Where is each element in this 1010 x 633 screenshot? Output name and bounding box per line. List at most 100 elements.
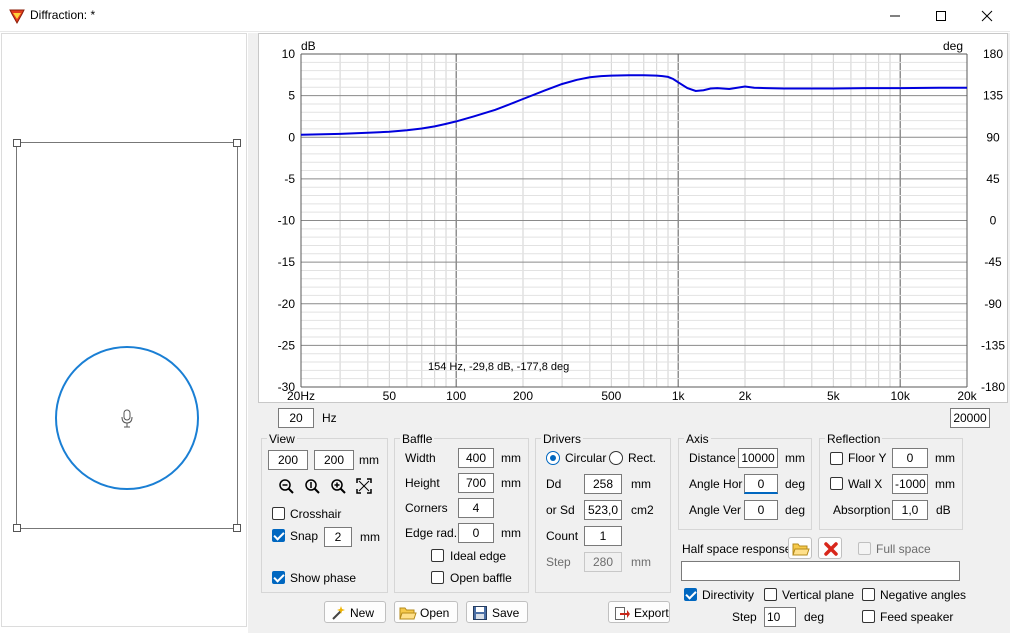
y2-tick-label: 90 [986,130,1000,144]
rect-radio[interactable] [609,451,623,465]
resize-handle-top-right[interactable] [233,139,241,147]
resize-handle-top-left[interactable] [13,139,21,147]
crosshair-checkbox[interactable] [272,507,285,520]
y2-tick-label: 180 [983,47,1003,61]
zoom-in-icon[interactable] [329,477,347,495]
dd-input[interactable]: 258 [584,474,622,494]
directivity-label: Directivity [702,588,755,602]
full-space-checkbox [858,542,871,555]
wall-unit: mm [935,477,955,491]
directivity-checkbox[interactable] [684,588,697,601]
angle-ver-input[interactable]: 0 [744,500,778,520]
x-tick-label: 20k [957,389,977,402]
baffle-height-unit: mm [501,476,521,490]
sd-input[interactable]: 523,0 [584,500,622,520]
export-icon [615,607,630,620]
baffle-height-input[interactable]: 700 [458,473,494,493]
baffle-group-title: Baffle [400,432,435,446]
floor-checkbox[interactable] [830,452,843,465]
freq-high-input[interactable]: 20000 [950,408,990,428]
zoom-fit-icon[interactable] [355,477,373,495]
zoom-out-icon[interactable] [277,477,295,495]
open-baffle-checkbox[interactable] [431,571,444,584]
wall-label: Wall X [848,477,883,491]
baffle-corners-input[interactable]: 4 [458,498,494,518]
axis-group-title: Axis [684,432,711,446]
minimize-button[interactable] [872,0,918,32]
x-tick-label: 10k [890,389,910,402]
pane-splitter[interactable] [248,33,256,633]
y-tick-label: -30 [278,380,296,394]
freq-unit-label: Hz [322,411,337,425]
open-button[interactable]: Open [394,601,458,623]
y-tick-label: -20 [278,297,296,311]
save-button[interactable]: Save [466,601,528,623]
angle-ver-label: Angle Ver [689,503,742,517]
export-button[interactable]: Export [608,601,670,623]
view-unit-label: mm [359,453,379,467]
feed-speaker-checkbox[interactable] [862,610,875,623]
baffle-view-canvas[interactable] [1,33,247,627]
close-button[interactable] [964,0,1010,32]
distance-input[interactable]: 10000 [738,448,778,468]
resize-handle-bottom-right[interactable] [233,524,241,532]
floppy-disk-icon [473,606,487,620]
snap-checkbox[interactable] [272,529,285,542]
angle-ver-unit: deg [785,503,806,517]
vertical-plane-label: Vertical plane [782,588,855,602]
y-tick-label: 5 [288,89,295,103]
driver-step-label: Step [546,555,571,569]
red-x-icon [824,542,838,556]
y-tick-label: -5 [284,172,295,186]
window-title: Diffraction: * [30,8,96,22]
baffle-edge-input[interactable]: 0 [458,523,494,543]
snap-value-input[interactable]: 2 [324,527,352,547]
series-line-response [300,74,967,136]
baffle-edge-label: Edge rad. [405,526,458,540]
half-space-open-button[interactable] [788,537,812,559]
directivity-step-input[interactable]: 10 [764,607,796,627]
y-tick-label: -15 [278,255,296,269]
x-tick-label: 1k [672,389,686,402]
show-phase-checkbox[interactable] [272,571,285,584]
microphone-icon[interactable] [121,409,133,428]
angle-hor-input[interactable]: 0 [744,474,778,494]
baffle-outline [16,142,238,529]
snap-unit-label: mm [360,530,380,544]
reflection-group-title: Reflection [825,432,883,446]
frequency-response-chart: 20Hz 50 100 200 500 1k 2k 5k 10k 20k1050-5-10-15-… [278,39,1006,403]
new-button[interactable]: New [324,601,386,623]
floor-value-input[interactable]: 0 [892,448,928,468]
ideal-edge-label: Ideal edge [450,549,507,563]
wall-checkbox[interactable] [830,477,843,490]
x-tick-label: 500 [601,389,621,402]
wall-value-input[interactable]: -1000 [892,474,928,494]
freq-low-input[interactable]: 20 [278,408,314,428]
y2-tick-label: -90 [984,297,1002,311]
absorption-input[interactable]: 1,0 [892,500,928,520]
response-graph[interactable]: 20Hz 50 100 200 500 1k 2k 5k 10k 20k 10 5 0 -5 -10 -15-… [258,33,1008,403]
baffle-width-input[interactable]: 400 [458,448,494,468]
y-tick-label: -10 [278,214,296,228]
left-axis-label: dB [301,39,316,53]
view-width-input[interactable]: 200 [268,450,308,470]
right-axis-label: deg [943,39,963,53]
negative-angles-checkbox[interactable] [862,588,875,601]
x-tick-label: 5k [827,389,841,402]
half-space-clear-button[interactable] [818,537,842,559]
y-tick-label: -25 [278,338,296,352]
minimize-icon [890,15,900,17]
y2-tick-label: -180 [981,380,1005,394]
folder-open-icon [399,607,417,620]
zoom-height-icon[interactable] [303,477,321,495]
half-space-path-input[interactable] [681,561,960,581]
resize-handle-bottom-left[interactable] [13,524,21,532]
count-input[interactable]: 1 [584,526,622,546]
view-height-input[interactable]: 200 [314,450,354,470]
vertical-plane-checkbox[interactable] [764,588,777,601]
x-tick-label: 100 [446,389,466,402]
maximize-button[interactable] [918,0,964,32]
circular-radio[interactable] [546,451,560,465]
count-label: Count [546,529,579,543]
ideal-edge-checkbox[interactable] [431,549,444,562]
